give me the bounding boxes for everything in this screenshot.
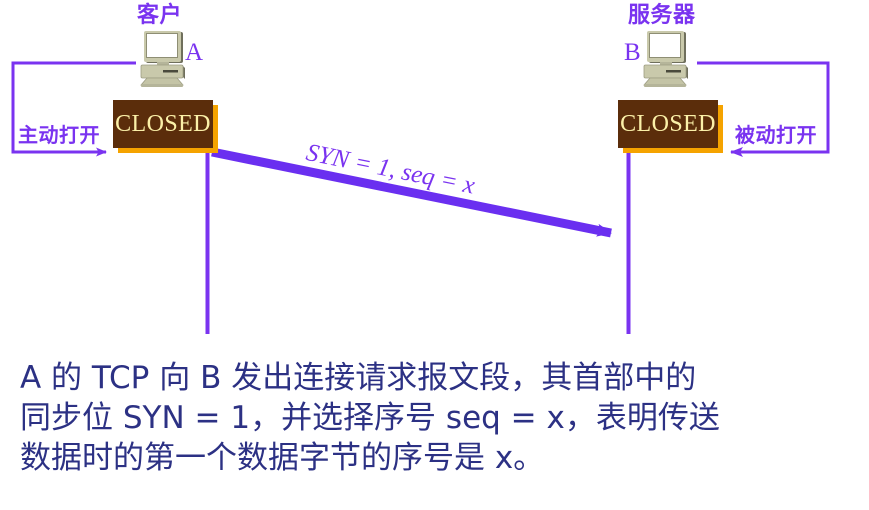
server-open-mode-label: 被动打开 [735,123,817,147]
client-open-mode-label: 主动打开 [18,123,100,147]
server-title: 服务器 [628,3,696,28]
caption-line-2: 同步位 SYN = 1，并选择序号 seq = x，表明传送 [20,400,720,436]
caption-line-3: 数据时的第一个数据字节的序号是 x。 [20,440,545,476]
caption-text: A 的 TCP 向 B 发出连接请求报文段，其首部中的 同步位 SYN = 1，… [20,358,860,478]
client-state-box: CLOSED [113,100,213,148]
client-title: 客户 [137,3,183,28]
client-letter: A [185,39,204,66]
caption-line-1: A 的 TCP 向 B 发出连接请求报文段，其首部中的 [20,360,697,396]
server-state-label: CLOSED [620,111,716,137]
server-computer-icon [636,30,698,90]
client-state-label: CLOSED [115,111,211,137]
server-state-box: CLOSED [618,100,718,148]
tcp-handshake-diagram: 客户 A CLOSED 主动打开 服务器 B CLOSED 被动打开 SYN =… [0,0,869,510]
server-letter: B [624,39,641,66]
